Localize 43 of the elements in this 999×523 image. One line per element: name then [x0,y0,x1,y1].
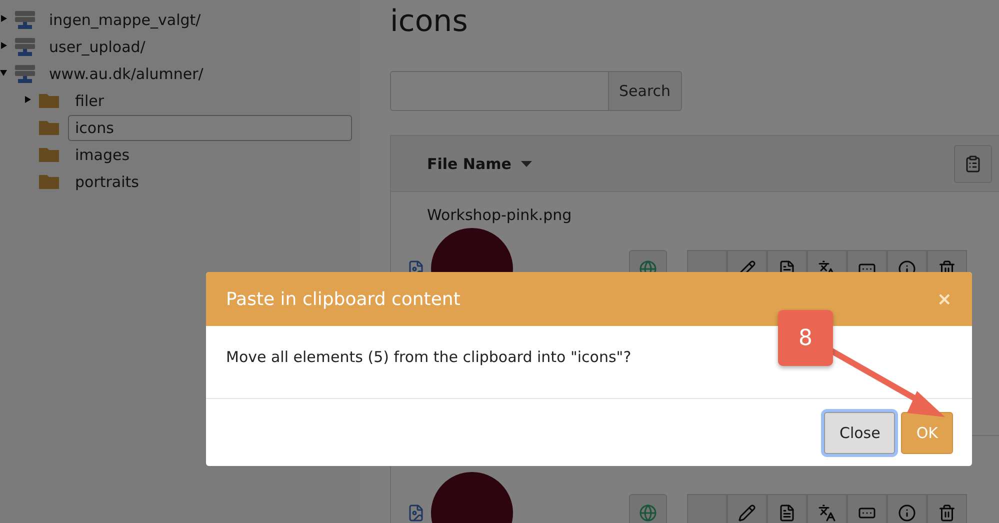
dialog-title: Paste in clipboard content [226,288,460,310]
folder-icon [38,173,60,190]
edit-button[interactable] [727,494,767,523]
preview-button[interactable] [767,494,807,523]
paste-button[interactable] [954,144,992,182]
tree-item[interactable]: user_upload/ [42,34,152,60]
ok-button[interactable]: OK [901,412,953,454]
tree-item[interactable]: icons [68,114,352,140]
close-button[interactable]: Close [824,412,896,454]
info-button[interactable] [887,494,927,523]
translate-icon [818,504,836,522]
tree-item[interactable]: www.au.dk/alumner/ [42,60,210,86]
preview-icon [778,504,796,522]
server-icon [14,10,36,30]
folder-icon [38,92,60,109]
sort-caret-icon [521,160,532,166]
tree-item[interactable]: ingen_mappe_valgt/ [42,6,208,32]
globe-icon [639,504,657,522]
folder-icon [38,146,60,163]
rename-button[interactable] [847,494,887,523]
tree-item[interactable]: portraits [68,168,146,194]
info-icon [898,504,916,522]
collapsed-caret-icon[interactable] [0,42,7,49]
folder-icon [38,119,60,136]
file-name: Workshop-pink.png [427,206,573,226]
translate-button[interactable] [807,494,847,523]
tree-item[interactable]: filer [68,88,112,114]
collapsed-caret-icon[interactable] [0,15,7,22]
page-title: icons [390,4,469,39]
server-icon [14,64,36,84]
step-badge: 8 [778,310,833,366]
search-button[interactable]: Search [609,71,682,111]
collapsed-caret-icon[interactable] [24,96,31,103]
edit-icon [738,504,756,522]
image-file-icon [407,504,425,522]
delete-icon [938,504,956,522]
expanded-caret-icon[interactable] [0,69,7,76]
tree-item[interactable]: images [68,142,137,168]
clipboard-icon [964,154,982,172]
server-icon [14,36,36,56]
delete-button[interactable] [927,494,967,523]
column-header[interactable]: File Name [427,154,532,172]
search-field[interactable] [390,71,609,111]
